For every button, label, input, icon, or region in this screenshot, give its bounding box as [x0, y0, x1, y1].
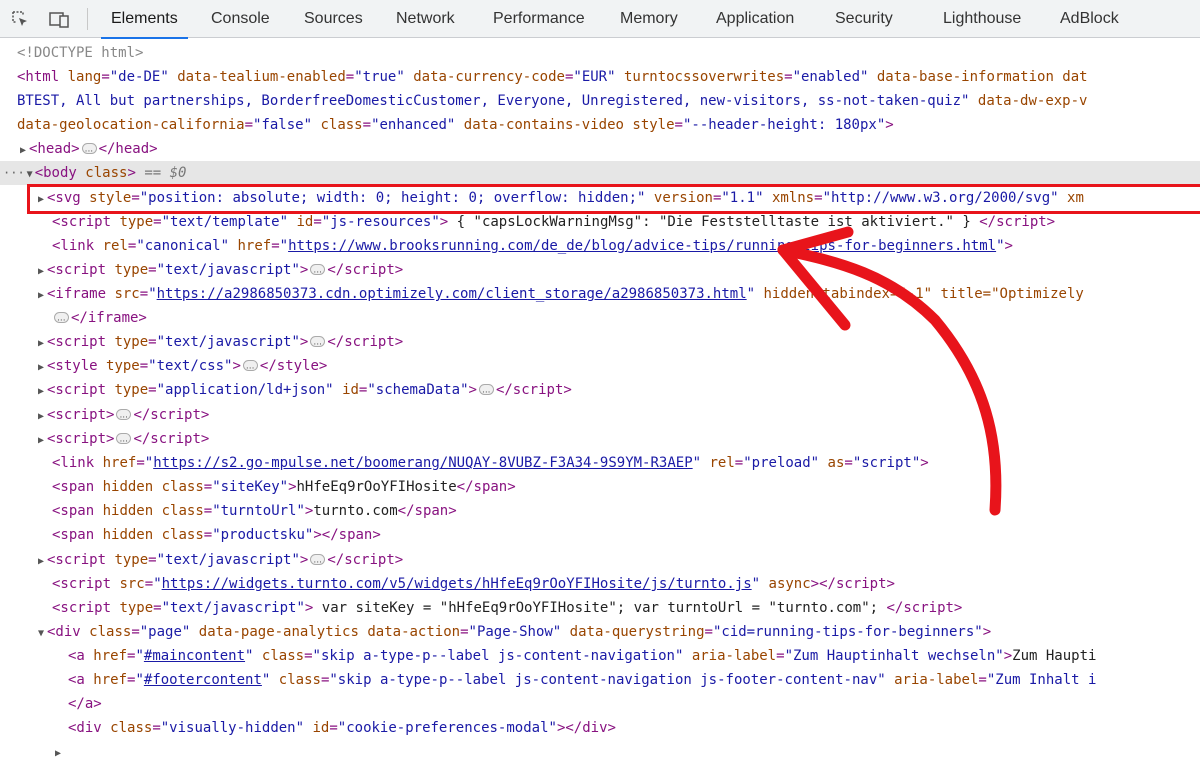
ellipsis-icon[interactable] [116, 406, 132, 427]
script-turnto-node[interactable]: <script src="https://widgets.turnto.com/… [0, 572, 1200, 596]
iframe-src-link[interactable]: https://a2986850373.cdn.optimizely.com/c… [157, 286, 747, 302]
iframe-close: </iframe> [0, 306, 1200, 330]
ellipsis-icon[interactable] [310, 261, 326, 282]
span-productsku-node[interactable]: <span hidden class="productsku"></span> [0, 523, 1200, 547]
device-toolbar-icon[interactable] [48, 10, 70, 28]
expand-triangle-icon[interactable]: ▶ [35, 550, 47, 572]
tab-memory[interactable]: Memory [620, 0, 678, 38]
tab-lighthouse[interactable]: Lighthouse [943, 0, 1021, 38]
skip-link-main-node[interactable]: <a href="#maincontent" class="skip a-typ… [0, 644, 1200, 668]
html-node-line-3: data-geolocation-california="false" clas… [17, 117, 894, 133]
tab-security[interactable]: Security [835, 0, 893, 38]
tab-sources[interactable]: Sources [304, 0, 363, 38]
span-sitekey-node[interactable]: <span hidden class="siteKey">hHfeEq9rOoY… [0, 475, 1200, 499]
turnto-script-link[interactable]: https://widgets.turnto.com/v5/widgets/hH… [162, 576, 752, 592]
style-node[interactable]: ▶ <style type="text/css"> </style> [0, 354, 1200, 379]
mpulse-link[interactable]: https://s2.go-mpulse.net/boomerang/NUQAY… [153, 455, 692, 471]
script-node[interactable]: ▶ <script type="text/javascript"> </script… [0, 258, 1200, 283]
link-preload-node[interactable]: <link href="https://s2.go-mpulse.net/boo… [0, 451, 1200, 475]
iframe-node[interactable]: ▶ <iframe src="https://a2986850373.cdn.op… [0, 282, 1200, 306]
link-canonical-node[interactable]: <link rel="canonical" href="https://www.… [0, 234, 1200, 258]
script-inline-node[interactable]: <script type="text/javascript"> var site… [0, 596, 1200, 620]
expand-triangle-icon[interactable]: ▶ [35, 356, 47, 378]
script-node[interactable]: ▶ <script type="text/javascript"> </script… [0, 330, 1200, 355]
expand-triangle-icon[interactable]: ▶ [35, 332, 47, 354]
ellipsis-icon[interactable] [54, 309, 69, 330]
expand-triangle-icon[interactable]: ▶ [35, 405, 47, 427]
canonical-link[interactable]: https://www.brooksrunning.com/de_de/blog… [288, 238, 996, 254]
skip-link-footer-node[interactable]: <a href="#footercontent" class="skip a-t… [0, 668, 1200, 692]
ellipsis-icon[interactable] [310, 551, 326, 572]
highlight-box [27, 184, 1200, 214]
tab-network[interactable]: Network [396, 0, 455, 38]
tab-adblock[interactable]: AdBlock [1060, 0, 1119, 38]
script-node[interactable]: ▶ <script type="text/javascript"> </script… [0, 548, 1200, 573]
inspect-element-icon[interactable] [11, 10, 29, 28]
script-node[interactable]: ▶ <script> </script> [0, 427, 1200, 452]
expand-triangle-icon[interactable]: ▶ [35, 284, 47, 306]
maincontent-link[interactable]: #maincontent [144, 648, 245, 664]
span-turntourl-node[interactable]: <span hidden class="turntoUrl">turnto.co… [0, 499, 1200, 523]
cookie-modal-node[interactable]: <div class="visually-hidden" id="cookie-… [0, 716, 1200, 740]
collapse-triangle-icon[interactable]: ▼ [25, 163, 35, 185]
ellipsis-icon[interactable] [81, 140, 97, 161]
toolbar-separator [87, 8, 88, 30]
ellipsis-icon[interactable] [242, 357, 258, 378]
collapse-triangle-icon[interactable]: ▼ [35, 622, 47, 644]
ellipsis-icon[interactable] [116, 430, 132, 451]
ldjson-script-node[interactable]: ▶ <script type="application/ld+json" id="… [0, 378, 1200, 403]
head-node[interactable]: ▶ <head> </head> [0, 137, 1200, 162]
html-node-line-2: BTEST, All but partnerships, BorderfreeD… [17, 93, 1088, 109]
devtools-toolbar: Elements Console Sources Network Perform… [0, 0, 1200, 39]
tab-application[interactable]: Application [716, 0, 794, 38]
expand-triangle-icon[interactable]: ▶ [35, 260, 47, 282]
body-node[interactable]: ··· ▼ <body class> == $0 [0, 161, 1200, 185]
footercontent-link[interactable]: #footercontent [144, 672, 262, 688]
collapsed-node-partial: ▶ [54, 748, 62, 759]
expand-triangle-icon[interactable]: ▶ [17, 139, 29, 161]
tab-console[interactable]: Console [211, 0, 270, 38]
expand-triangle-icon[interactable]: ▶ [35, 380, 47, 402]
div-page-node[interactable]: ▼ <div class="page" data-page-analytics d… [0, 620, 1200, 644]
ellipsis-icon[interactable] [310, 333, 326, 354]
tab-elements[interactable]: Elements [101, 0, 188, 39]
script-node[interactable]: ▶ <script> </script> [0, 403, 1200, 428]
ellipsis-icon[interactable] [478, 381, 494, 402]
doctype-node[interactable]: <!DOCTYPE html> [0, 41, 1200, 65]
html-node-line-1[interactable]: <html lang="de-DE" data-tealium-enabled=… [0, 65, 1200, 89]
tab-performance[interactable]: Performance [493, 0, 585, 38]
more-dots-icon[interactable]: ··· [3, 161, 25, 185]
anchor-close: </a> [68, 696, 102, 712]
expand-triangle-icon[interactable]: ▶ [35, 429, 47, 451]
